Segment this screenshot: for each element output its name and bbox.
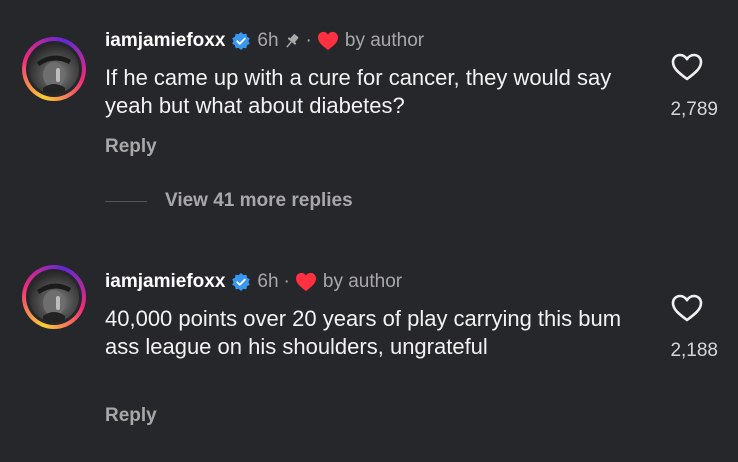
view-more-replies[interactable]: View 41 more replies [105,190,353,212]
red-heart-icon [295,272,317,292]
heart-outline-icon[interactable] [670,293,704,323]
timestamp: 6h [257,30,279,51]
comment-meta: iamjamiefoxx 6h · by author [105,30,424,52]
view-more-replies-label[interactable]: View 41 more replies [165,190,353,212]
red-heart-icon [317,31,339,51]
comment-text: If he came up with a cure for cancer, th… [105,65,612,118]
avatar-photo [29,272,79,322]
divider [105,200,147,202]
timestamp: 6h [257,271,279,292]
avatar-photo [29,44,79,94]
like-count: 2,789 [670,99,718,120]
comment-text: 40,000 points over 20 years of play carr… [105,306,622,359]
separator-dot: · [305,30,312,51]
like-count: 2,188 [670,340,718,361]
avatar[interactable] [22,37,86,101]
verified-badge-icon [231,272,251,292]
comment-meta: iamjamiefoxx 6h · by author [105,271,402,293]
heart-outline-icon[interactable] [670,52,704,82]
pin-icon [283,32,301,50]
username[interactable]: iamjamiefoxx [105,30,225,52]
separator-dot: · [283,271,290,292]
by-author-label: by author [322,271,403,292]
reply-button[interactable]: Reply [105,136,157,158]
avatar[interactable] [22,265,86,329]
by-author-label: by author [344,30,425,51]
reply-button[interactable]: Reply [105,405,157,427]
verified-badge-icon [231,31,251,51]
username[interactable]: iamjamiefoxx [105,271,225,293]
